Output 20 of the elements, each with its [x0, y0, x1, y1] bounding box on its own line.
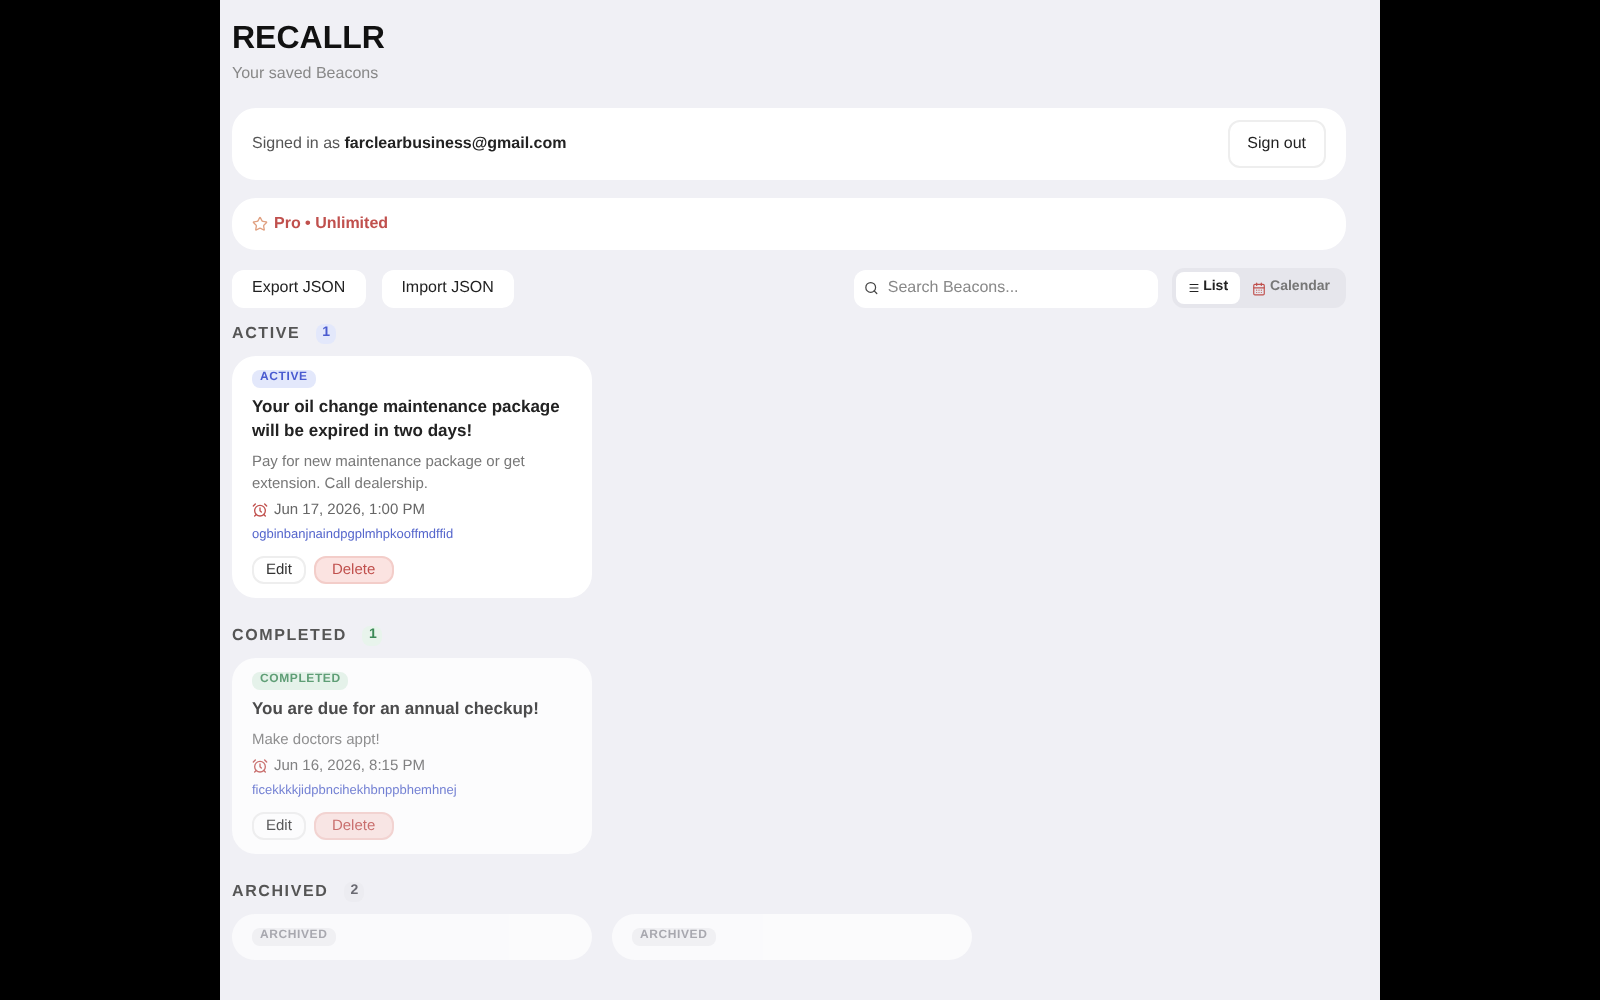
search-icon	[863, 280, 878, 296]
calendar-icon	[1252, 281, 1267, 295]
export-button[interactable]: Export JSON	[232, 269, 366, 307]
alarm-clock-icon	[252, 758, 268, 774]
section-title: COMPLETED	[232, 626, 347, 646]
section-title: ACTIVE	[232, 324, 301, 344]
star-icon	[252, 216, 268, 232]
beacon-title: Your oil change maintenance package will be expired in two days!	[252, 394, 562, 442]
search-field[interactable]: Search Beacons...	[853, 269, 1158, 307]
signed-in-text: Signed in as farclearbusiness@gmail.com	[252, 132, 567, 156]
app-subtitle: Your saved Beacons	[232, 62, 381, 86]
beacon-title: You are due for an annual checkup!	[252, 696, 541, 720]
app-title: RECALLR	[232, 20, 387, 60]
section-title: ARCHIVED	[232, 882, 329, 902]
plan-label: Pro • Unlimited	[274, 212, 389, 236]
sign-out-button[interactable]: Sign out	[1227, 120, 1326, 168]
list-icon	[1187, 282, 1200, 294]
alarm-clock-icon	[252, 502, 268, 518]
search-input[interactable]: Search Beacons...	[887, 276, 1148, 300]
import-button[interactable]: Import JSON	[381, 269, 514, 307]
